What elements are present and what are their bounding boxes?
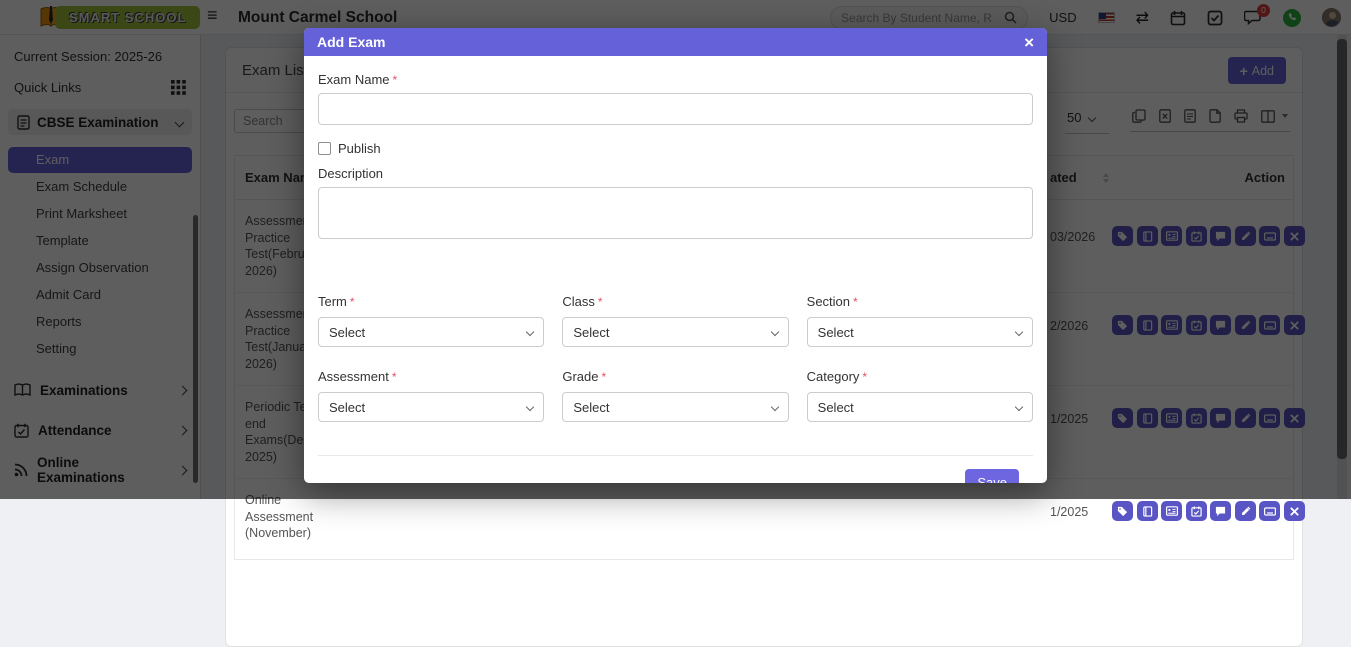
grade-label: Grade: [562, 369, 598, 384]
exam-name-label: Exam Name*: [318, 72, 1033, 87]
section-select-value: Select: [818, 325, 1016, 340]
exam-name-input[interactable]: [318, 93, 1033, 125]
chevron-down-icon: [1015, 403, 1023, 411]
required-asterisk: *: [601, 370, 606, 384]
class-select-value: Select: [573, 325, 771, 340]
add-exam-modal: Add Exam × Exam Name* Publish Descriptio…: [304, 28, 1047, 483]
chevron-down-icon: [770, 328, 778, 336]
assessment-select-value: Select: [329, 400, 527, 415]
created-date-cell: 1/2025: [1050, 505, 1088, 519]
category-select-value: Select: [818, 400, 1016, 415]
class-label: Class: [562, 294, 595, 309]
modal-footer: Save: [318, 455, 1033, 483]
section-field: Section* Select: [807, 294, 1033, 347]
term-select[interactable]: Select: [318, 317, 544, 347]
description-label: Description: [318, 166, 1033, 181]
term-label: Term: [318, 294, 347, 309]
chevron-down-icon: [526, 328, 534, 336]
chevron-down-icon: [1015, 328, 1023, 336]
required-asterisk: *: [350, 295, 355, 309]
term-select-value: Select: [329, 325, 527, 340]
row-action-close-button[interactable]: [1284, 501, 1305, 521]
required-asterisk: *: [392, 370, 397, 384]
chevron-down-icon: [526, 403, 534, 411]
close-icon[interactable]: ×: [1024, 34, 1034, 51]
modal-header: Add Exam ×: [304, 28, 1047, 56]
category-label: Category: [807, 369, 860, 384]
required-asterisk: *: [598, 295, 603, 309]
publish-checkbox[interactable]: [318, 142, 331, 155]
row-actions: [1112, 501, 1305, 521]
row-action-id-card-button[interactable]: [1161, 501, 1182, 521]
row-action-tag-button[interactable]: [1112, 501, 1133, 521]
required-asterisk: *: [862, 370, 867, 384]
term-field: Term* Select: [318, 294, 544, 347]
section-select[interactable]: Select: [807, 317, 1033, 347]
category-select[interactable]: Select: [807, 392, 1033, 422]
row-action-comment-button[interactable]: [1210, 501, 1231, 521]
row-action-calendar-check-button[interactable]: [1186, 501, 1207, 521]
row-action-panel-button[interactable]: [1259, 501, 1280, 521]
assessment-label: Assessment: [318, 369, 389, 384]
required-asterisk: *: [853, 295, 858, 309]
description-textarea[interactable]: [318, 187, 1033, 239]
chevron-down-icon: [770, 403, 778, 411]
category-field: Category* Select: [807, 369, 1033, 422]
row-action-edit-button[interactable]: [1235, 501, 1256, 521]
publish-label: Publish: [338, 141, 381, 156]
required-asterisk: *: [393, 73, 398, 87]
grade-field: Grade* Select: [562, 369, 788, 422]
class-field: Class* Select: [562, 294, 788, 347]
class-select[interactable]: Select: [562, 317, 788, 347]
section-label: Section: [807, 294, 850, 309]
row-action-book-button[interactable]: [1137, 501, 1158, 521]
save-button[interactable]: Save: [965, 469, 1019, 483]
modal-title: Add Exam: [317, 34, 1024, 50]
assessment-select[interactable]: Select: [318, 392, 544, 422]
assessment-field: Assessment* Select: [318, 369, 544, 422]
grade-select[interactable]: Select: [562, 392, 788, 422]
grade-select-value: Select: [573, 400, 771, 415]
